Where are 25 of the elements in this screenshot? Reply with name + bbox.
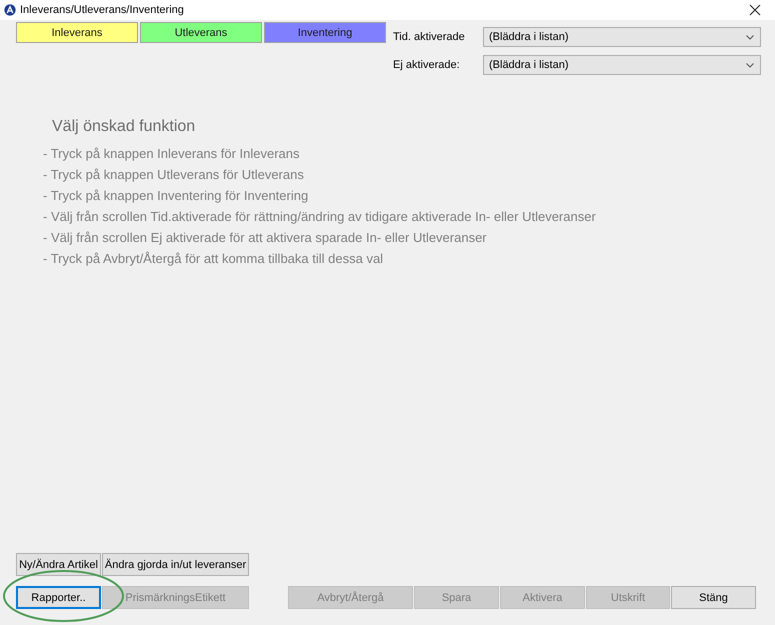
instruction-line: - Tryck på knappen Inventering för Inventering <box>43 187 310 205</box>
instruction-line: - Tryck på knappen Inleverans för Inleverans <box>43 145 301 163</box>
mode-button[interactable]: Inventering <box>264 22 386 43</box>
action-button[interactable]: Rapporter.. <box>16 586 101 609</box>
dropdown-value: (Bläddra i listan) <box>489 31 570 43</box>
filter-label: Ej aktiverade: <box>393 59 461 71</box>
app-icon <box>4 4 16 16</box>
dropdown-value: (Bläddra i listan) <box>489 59 570 71</box>
instruction-line: - Tryck på knappen Utleverans för Utleverans <box>43 166 305 184</box>
action-button[interactable]: Stäng <box>671 586 756 609</box>
instruction-line: - Tryck på Avbryt/Återgå för att komma tillbaka till dessa val <box>43 250 384 268</box>
dropdown[interactable]: (Bläddra i listan) <box>483 27 761 47</box>
chevron-down-icon <box>746 62 754 68</box>
dropdown[interactable]: (Bläddra i listan) <box>483 55 761 75</box>
window-title: Inleverans/Utleverans/Inventering <box>20 4 185 16</box>
close-icon[interactable] <box>749 4 761 16</box>
instruction-line: - Välj från scrollen Ej aktiverade för att aktivera sparade In- eller Utleveranser <box>43 229 488 247</box>
action-button[interactable]: Ändra gjorda in/ut leveranser <box>102 553 249 576</box>
action-button[interactable]: Ny/Ändra Artikel <box>16 553 101 576</box>
mode-button[interactable]: Inleverans <box>16 22 138 43</box>
instruction-line: - Välj från scrollen Tid.aktiverade för rättning/ändring av tidigare aktiverade In- eller Utleveranser <box>43 208 597 226</box>
instructions-heading: Välj önskad funktion <box>52 118 196 136</box>
filter-label: Tid. aktiverade <box>393 31 466 43</box>
mode-button[interactable]: Utleverans <box>140 22 262 43</box>
chevron-down-icon <box>746 34 754 40</box>
